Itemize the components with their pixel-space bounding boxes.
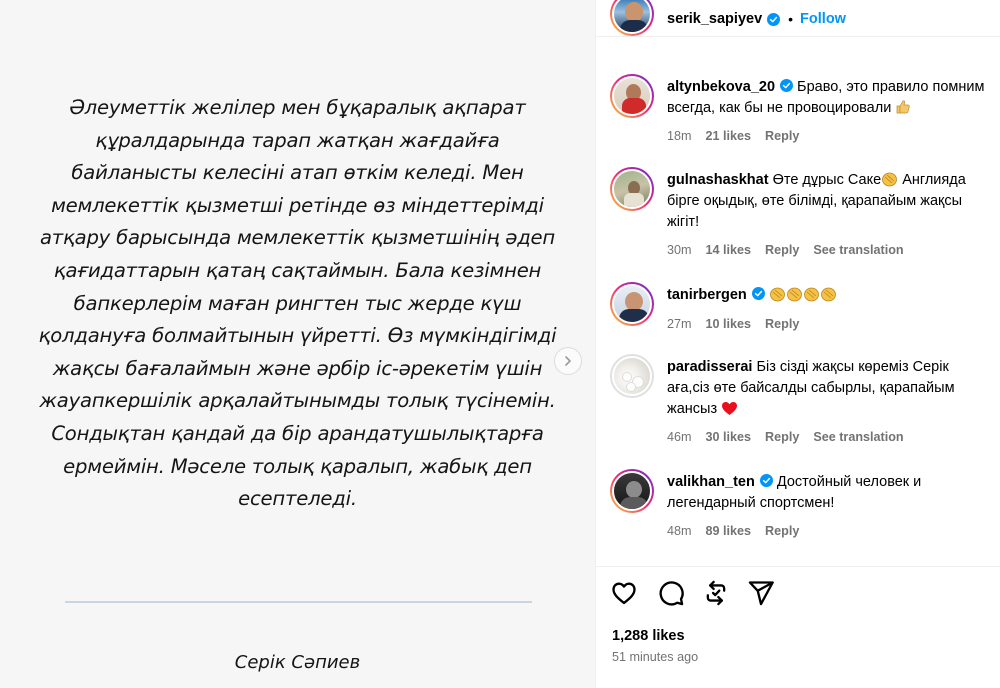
- comment-time: 48m: [667, 524, 692, 538]
- comment-username[interactable]: gulnashaskhat: [667, 172, 769, 188]
- comment-username[interactable]: altynbekova_20: [667, 79, 775, 95]
- avatar[interactable]: [610, 282, 654, 326]
- comment-icon[interactable]: [657, 579, 685, 607]
- post-image[interactable]: Әлеуметтік желілер мен бұқаралық ақпарат…: [0, 0, 595, 688]
- comment-time: 18m: [667, 129, 692, 143]
- avatar[interactable]: [610, 74, 654, 118]
- thumbs-up-emoji-icon: [896, 100, 911, 114]
- avatar[interactable]: [610, 354, 654, 398]
- see-translation-button[interactable]: See translation: [813, 243, 903, 257]
- comment-meta: 48m 89 likes Reply: [667, 524, 813, 538]
- repost-icon[interactable]: [702, 579, 730, 607]
- comment-username[interactable]: tanirbergen: [667, 287, 747, 303]
- clapping-hands-emoji-icon: [820, 287, 836, 302]
- comment-meta: 30m 14 likes Reply See translation: [667, 243, 918, 257]
- comment-text-block: altynbekova_20 Браво, это правило помним…: [667, 77, 992, 119]
- chevron-right-icon: [565, 356, 571, 366]
- post-likes-count[interactable]: 1,288 likes: [612, 628, 685, 644]
- reply-button[interactable]: Reply: [765, 524, 799, 538]
- carousel-next-button[interactable]: [554, 347, 582, 375]
- heart-icon[interactable]: [610, 579, 638, 607]
- comment-text-block: paradisserai Біз сізді жақсы көреміз Сер…: [667, 357, 992, 420]
- post-header: serik_sapiyev • Follow: [596, 0, 1000, 37]
- avatar[interactable]: [610, 469, 654, 513]
- post-text: Әлеуметтік желілер мен бұқаралық ақпарат…: [38, 96, 557, 511]
- clapping-hands-emoji-icon: [803, 287, 819, 302]
- share-icon[interactable]: [747, 579, 775, 607]
- comment-emojis: [769, 287, 837, 303]
- avatar[interactable]: [610, 167, 654, 211]
- comment-time: 30m: [667, 243, 692, 257]
- post-actions: 1,288 likes 51 minutes ago: [596, 566, 1000, 688]
- see-translation-button[interactable]: See translation: [813, 430, 903, 444]
- reply-button[interactable]: Reply: [765, 430, 799, 444]
- reply-button[interactable]: Reply: [765, 243, 799, 257]
- comment-likes[interactable]: 89 likes: [706, 524, 752, 538]
- verified-badge-icon: [767, 12, 781, 26]
- comment-meta: 46m 30 likes Reply See translation: [667, 430, 918, 444]
- comment-text-block: tanirbergen: [667, 285, 992, 306]
- comment-username[interactable]: valikhan_ten: [667, 474, 755, 490]
- post-timestamp: 51 minutes ago: [612, 650, 699, 664]
- follow-button[interactable]: Follow: [800, 11, 846, 27]
- separator-dot: •: [788, 11, 794, 27]
- clapping-hands-emoji-icon: [882, 172, 898, 187]
- avatar[interactable]: [610, 0, 654, 36]
- comment-time: 46m: [667, 430, 692, 444]
- comment-likes[interactable]: 14 likes: [706, 243, 752, 257]
- comment-time: 27m: [667, 317, 692, 331]
- verified-badge-icon: [751, 287, 765, 300]
- comment-text-block: gulnashaskhat Өте дұрыс Саке Англияда бі…: [667, 170, 992, 233]
- comment-meta: 18m 21 likes Reply: [667, 129, 813, 143]
- post-side-panel: serik_sapiyev • Follow altynbekova_20 Бр…: [595, 0, 1000, 688]
- comment-likes[interactable]: 10 likes: [706, 317, 752, 331]
- reply-button[interactable]: Reply: [765, 317, 799, 331]
- red-heart-emoji-icon: [722, 402, 738, 415]
- comment-likes[interactable]: 30 likes: [706, 430, 752, 444]
- comment-username[interactable]: paradisserai: [667, 359, 752, 375]
- verified-badge-icon: [780, 79, 794, 92]
- verified-badge-icon: [759, 474, 773, 487]
- comment-meta: 27m 10 likes Reply: [667, 317, 813, 331]
- comment-likes[interactable]: 21 likes: [706, 129, 752, 143]
- reply-button[interactable]: Reply: [765, 129, 799, 143]
- post-signature: Серік Сәпиев: [234, 652, 361, 673]
- post-divider: [65, 601, 532, 603]
- post-author-username[interactable]: serik_sapiyev: [667, 11, 762, 27]
- clapping-hands-emoji-icon: [769, 287, 785, 302]
- comment-text-block: valikhan_ten Достойный человек и легенда…: [667, 472, 992, 514]
- comment-text: Өте дұрыс Саке: [772, 172, 882, 188]
- clapping-hands-emoji-icon: [786, 287, 802, 302]
